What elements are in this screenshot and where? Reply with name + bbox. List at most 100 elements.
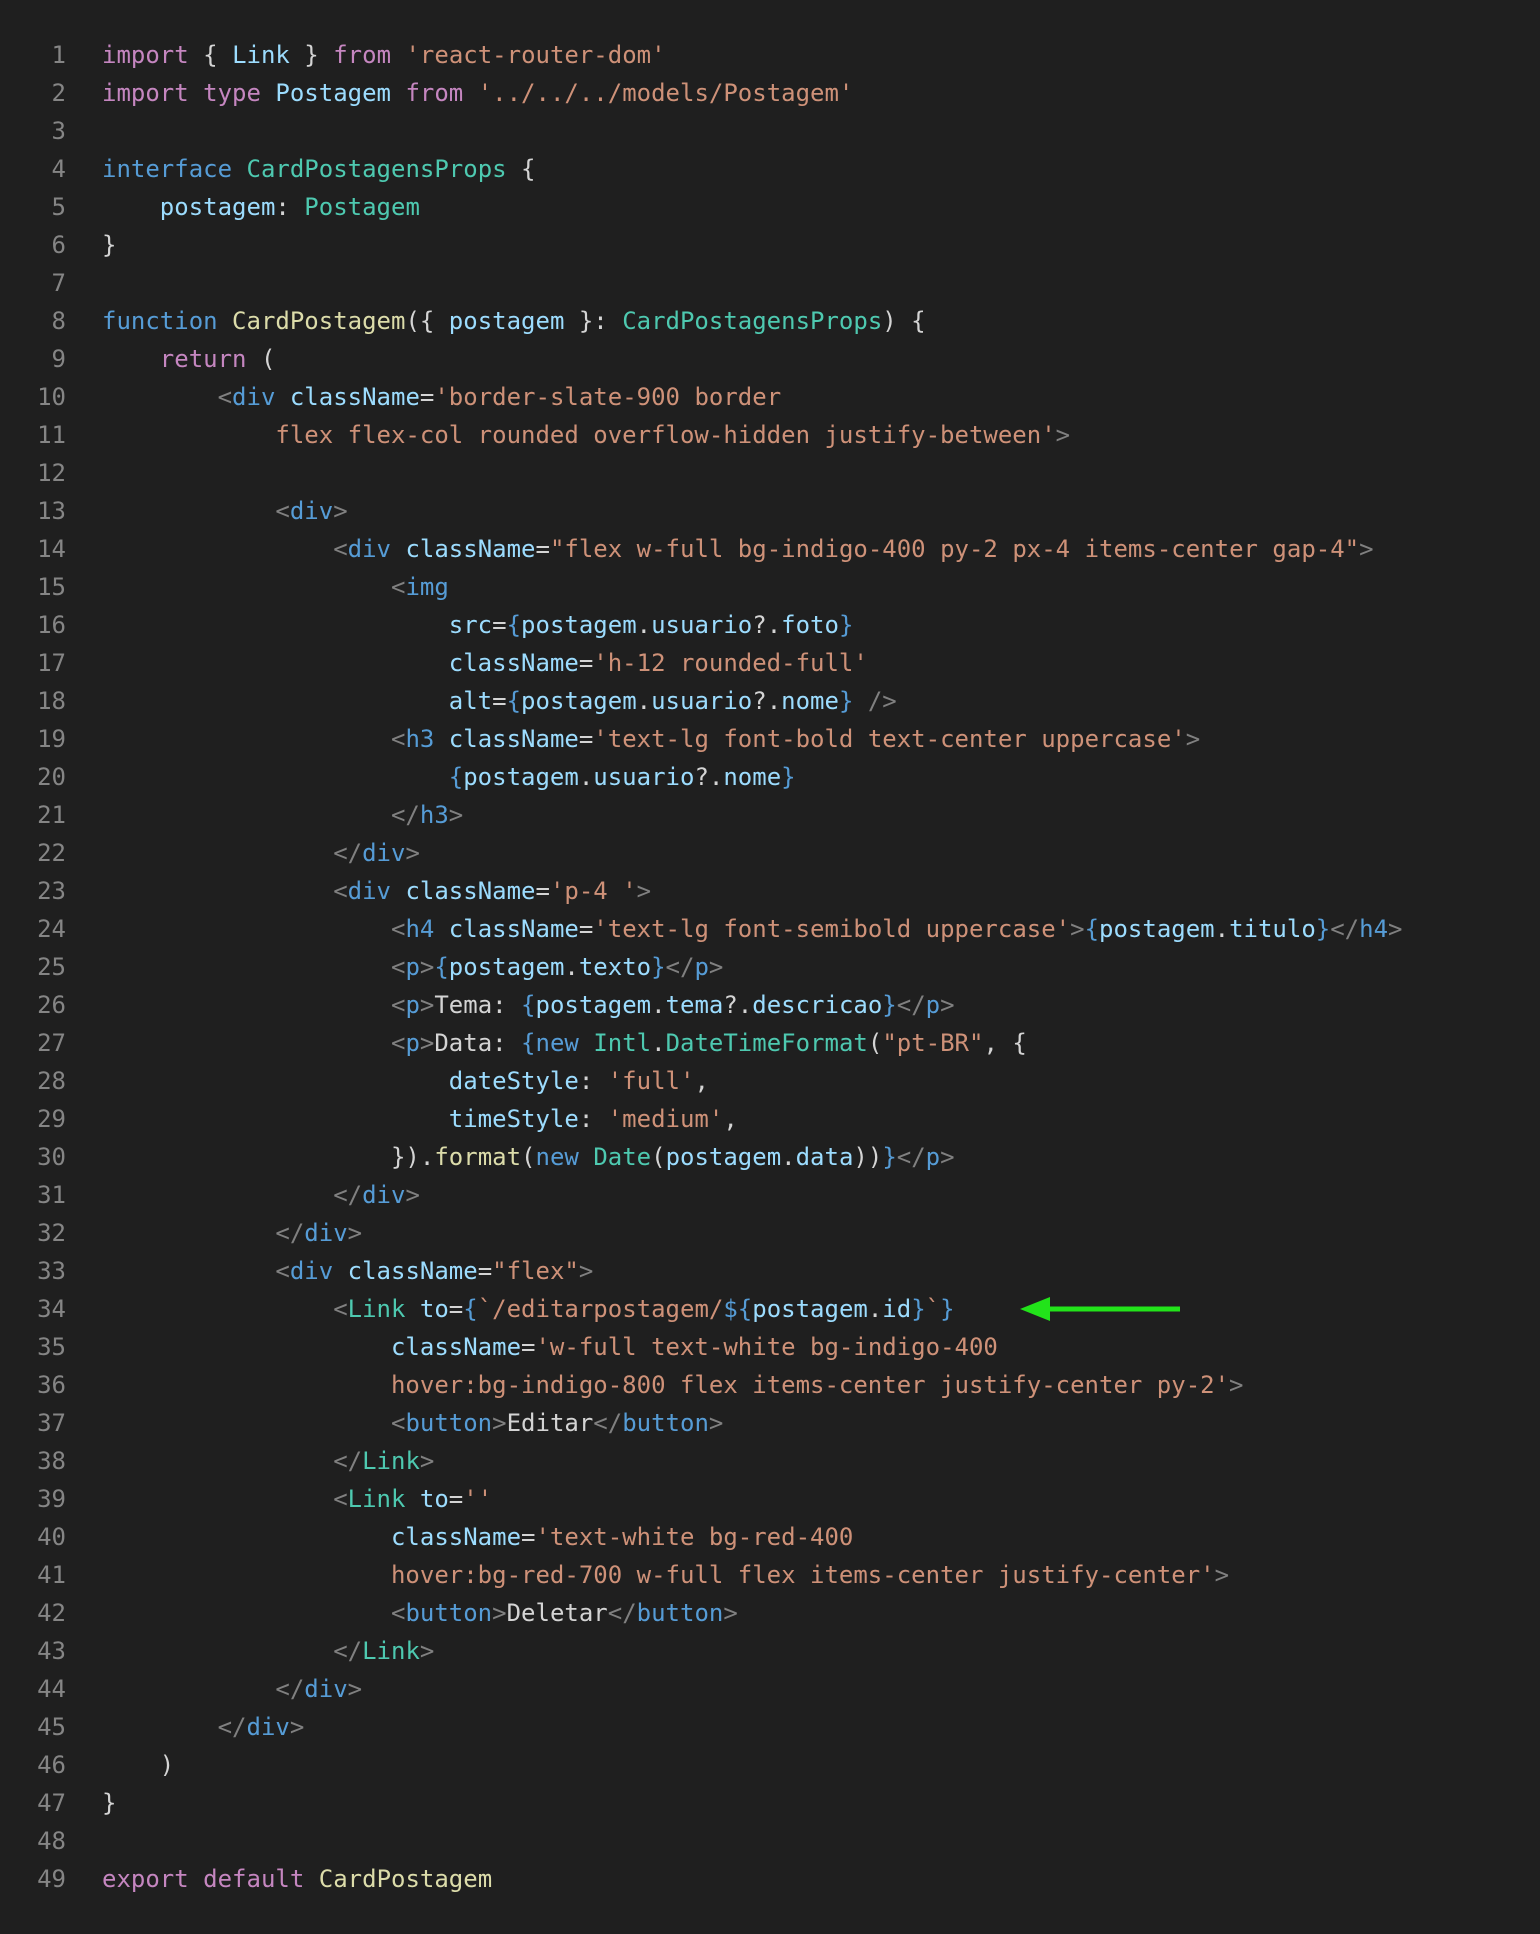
code-text[interactable]: </div> xyxy=(102,834,420,872)
code-text[interactable]: hover:bg-red-700 w-full flex items-cente… xyxy=(102,1556,1229,1594)
code-text[interactable]: } xyxy=(102,1784,116,1822)
code-line[interactable]: 10 <div className='border-slate-900 bord… xyxy=(0,378,1540,416)
code-text[interactable]: } xyxy=(102,226,116,264)
code-text[interactable]: <div className='p-4 '> xyxy=(102,872,651,910)
code-text[interactable]: return ( xyxy=(102,340,276,378)
code-token: p xyxy=(925,1143,941,1171)
code-line[interactable]: 33 <div className="flex"> xyxy=(0,1252,1540,1290)
code-text[interactable]: <img xyxy=(102,568,449,606)
code-text[interactable]: </div> xyxy=(102,1708,305,1746)
code-text[interactable]: <div className="flex"> xyxy=(102,1252,593,1290)
code-text[interactable]: import { Link } from 'react-router-dom' xyxy=(102,36,666,74)
code-text[interactable]: hover:bg-indigo-800 flex items-center ju… xyxy=(102,1366,1244,1404)
code-text[interactable]: interface CardPostagensProps { xyxy=(102,150,536,188)
code-text[interactable]: <div className="flex w-full bg-indigo-40… xyxy=(102,530,1373,568)
code-line[interactable]: 25 <p>{postagem.texto}</p> xyxy=(0,948,1540,986)
code-line[interactable]: 15 <img xyxy=(0,568,1540,606)
code-line[interactable]: 5 postagem: Postagem xyxy=(0,188,1540,226)
code-line[interactable]: 12 xyxy=(0,454,1540,492)
code-line[interactable]: 39 <Link to='' xyxy=(0,1480,1540,1518)
code-line[interactable]: 24 <h4 className='text-lg font-semibold … xyxy=(0,910,1540,948)
code-line[interactable]: 36 hover:bg-indigo-800 flex items-center… xyxy=(0,1366,1540,1404)
code-text[interactable]: }).format(new Date(postagem.data))}</p> xyxy=(102,1138,955,1176)
code-line[interactable]: 23 <div className='p-4 '> xyxy=(0,872,1540,910)
code-line[interactable]: 45 </div> xyxy=(0,1708,1540,1746)
code-text[interactable]: </h3> xyxy=(102,796,463,834)
code-line[interactable]: 41 hover:bg-red-700 w-full flex items-ce… xyxy=(0,1556,1540,1594)
code-line[interactable]: 42 <button>Deletar</button> xyxy=(0,1594,1540,1632)
code-text[interactable]: </Link> xyxy=(102,1442,434,1480)
code-line[interactable]: 37 <button>Editar</button> xyxy=(0,1404,1540,1442)
code-text[interactable]: {postagem.usuario?.nome} xyxy=(102,758,796,796)
code-line[interactable]: 31 </div> xyxy=(0,1176,1540,1214)
code-line[interactable]: 16 src={postagem.usuario?.foto} xyxy=(0,606,1540,644)
code-line[interactable]: 20 {postagem.usuario?.nome} xyxy=(0,758,1540,796)
code-text[interactable]: className='text-white bg-red-400 xyxy=(102,1518,853,1556)
code-text[interactable]: export default CardPostagem xyxy=(102,1860,492,1898)
code-line[interactable]: 21 </h3> xyxy=(0,796,1540,834)
code-line[interactable]: 28 dateStyle: 'full', xyxy=(0,1062,1540,1100)
code-line[interactable]: 14 <div className="flex w-full bg-indigo… xyxy=(0,530,1540,568)
code-line[interactable]: 29 timeStyle: 'medium', xyxy=(0,1100,1540,1138)
code-text[interactable]: <h4 className='text-lg font-semibold upp… xyxy=(102,910,1403,948)
code-line[interactable]: 40 className='text-white bg-red-400 xyxy=(0,1518,1540,1556)
code-line[interactable]: 3 xyxy=(0,112,1540,150)
code-text[interactable]: <Link to={`/editarpostagem/${postagem.id… xyxy=(102,1290,954,1328)
code-line[interactable]: 9 return ( xyxy=(0,340,1540,378)
code-line[interactable]: 27 <p>Data: {new Intl.DateTimeFormat("pt… xyxy=(0,1024,1540,1062)
code-line[interactable]: 1 import { Link } from 'react-router-dom' xyxy=(0,36,1540,74)
code-text[interactable]: alt={postagem.usuario?.nome} /> xyxy=(102,682,897,720)
code-text[interactable]: <p>Data: {new Intl.DateTimeFormat("pt-BR… xyxy=(102,1024,1027,1062)
code-text[interactable]: </div> xyxy=(102,1214,362,1252)
code-line[interactable]: 6} xyxy=(0,226,1540,264)
code-text[interactable]: <div> xyxy=(102,492,347,530)
code-text[interactable]: function CardPostagem({ postagem }: Card… xyxy=(102,302,926,340)
code-token: foto xyxy=(781,611,839,639)
code-token: return xyxy=(159,345,247,373)
code-text[interactable]: postagem: Postagem xyxy=(102,188,420,226)
code-line[interactable]: 18 alt={postagem.usuario?.nome} /> xyxy=(0,682,1540,720)
code-line[interactable]: 34 <Link to={`/editarpostagem/${postagem… xyxy=(0,1290,1540,1328)
code-text[interactable]: <h3 className='text-lg font-bold text-ce… xyxy=(102,720,1200,758)
code-line[interactable]: 2 import type Postagem from '../../../mod… xyxy=(0,74,1540,112)
code-text[interactable]: <button>Editar</button> xyxy=(102,1404,723,1442)
code-text[interactable]: flex flex-col rounded overflow-hidden ju… xyxy=(102,416,1070,454)
code-text[interactable]: </Link> xyxy=(102,1632,434,1670)
code-text[interactable]: </div> xyxy=(102,1176,420,1214)
code-text[interactable]: <Link to='' xyxy=(102,1480,492,1518)
code-line[interactable]: 17 className='h-12 rounded-full' xyxy=(0,644,1540,682)
code-line[interactable]: 43 </Link> xyxy=(0,1632,1540,1670)
code-line[interactable]: 7 xyxy=(0,264,1540,302)
code-line[interactable]: 35 className='w-full text-white bg-indig… xyxy=(0,1328,1540,1366)
code-text[interactable]: timeStyle: 'medium', xyxy=(102,1100,738,1138)
code-line[interactable]: 44 </div> xyxy=(0,1670,1540,1708)
code-line[interactable]: 26 <p>Tema: {postagem.tema?.descricao}</… xyxy=(0,986,1540,1024)
code-line[interactable]: 11 flex flex-col rounded overflow-hidden… xyxy=(0,416,1540,454)
code-line[interactable]: 48 xyxy=(0,1822,1540,1860)
code-text[interactable]: src={postagem.usuario?.foto} xyxy=(102,606,854,644)
code-line[interactable]: 47} xyxy=(0,1784,1540,1822)
code-line[interactable]: 32 </div> xyxy=(0,1214,1540,1252)
code-line[interactable]: 4 interface CardPostagensProps { xyxy=(0,150,1540,188)
code-line[interactable]: 13 <div> xyxy=(0,492,1540,530)
code-line[interactable]: 38 </Link> xyxy=(0,1442,1540,1480)
code-text[interactable]: <p>{postagem.texto}</p> xyxy=(102,948,723,986)
code-text[interactable]: ) xyxy=(102,1746,174,1784)
code-editor[interactable]: 1 import { Link } from 'react-router-dom'… xyxy=(0,36,1540,1898)
code-text[interactable]: <button>Deletar</button> xyxy=(102,1594,738,1632)
code-token: p xyxy=(405,991,420,1019)
code-text[interactable]: </div> xyxy=(102,1670,362,1708)
code-text[interactable]: className='h-12 rounded-full' xyxy=(102,644,868,682)
code-line[interactable]: 30 }).format(new Date(postagem.data))}</… xyxy=(0,1138,1540,1176)
code-text[interactable]: import type Postagem from '../../../mode… xyxy=(102,74,853,112)
code-line[interactable]: 19 <h3 className='text-lg font-bold text… xyxy=(0,720,1540,758)
code-line[interactable]: 46 ) xyxy=(0,1746,1540,1784)
code-text[interactable]: <div className='border-slate-900 border xyxy=(102,378,782,416)
code-line[interactable]: 49 export default CardPostagem xyxy=(0,1860,1540,1898)
code-line[interactable]: 8 function CardPostagem({ postagem }: Car… xyxy=(0,302,1540,340)
code-token: postagem xyxy=(448,953,565,981)
code-text[interactable]: className='w-full text-white bg-indigo-4… xyxy=(102,1328,998,1366)
code-text[interactable]: <p>Tema: {postagem.tema?.descricao}</p> xyxy=(102,986,955,1024)
code-text[interactable]: dateStyle: 'full', xyxy=(102,1062,709,1100)
code-line[interactable]: 22 </div> xyxy=(0,834,1540,872)
